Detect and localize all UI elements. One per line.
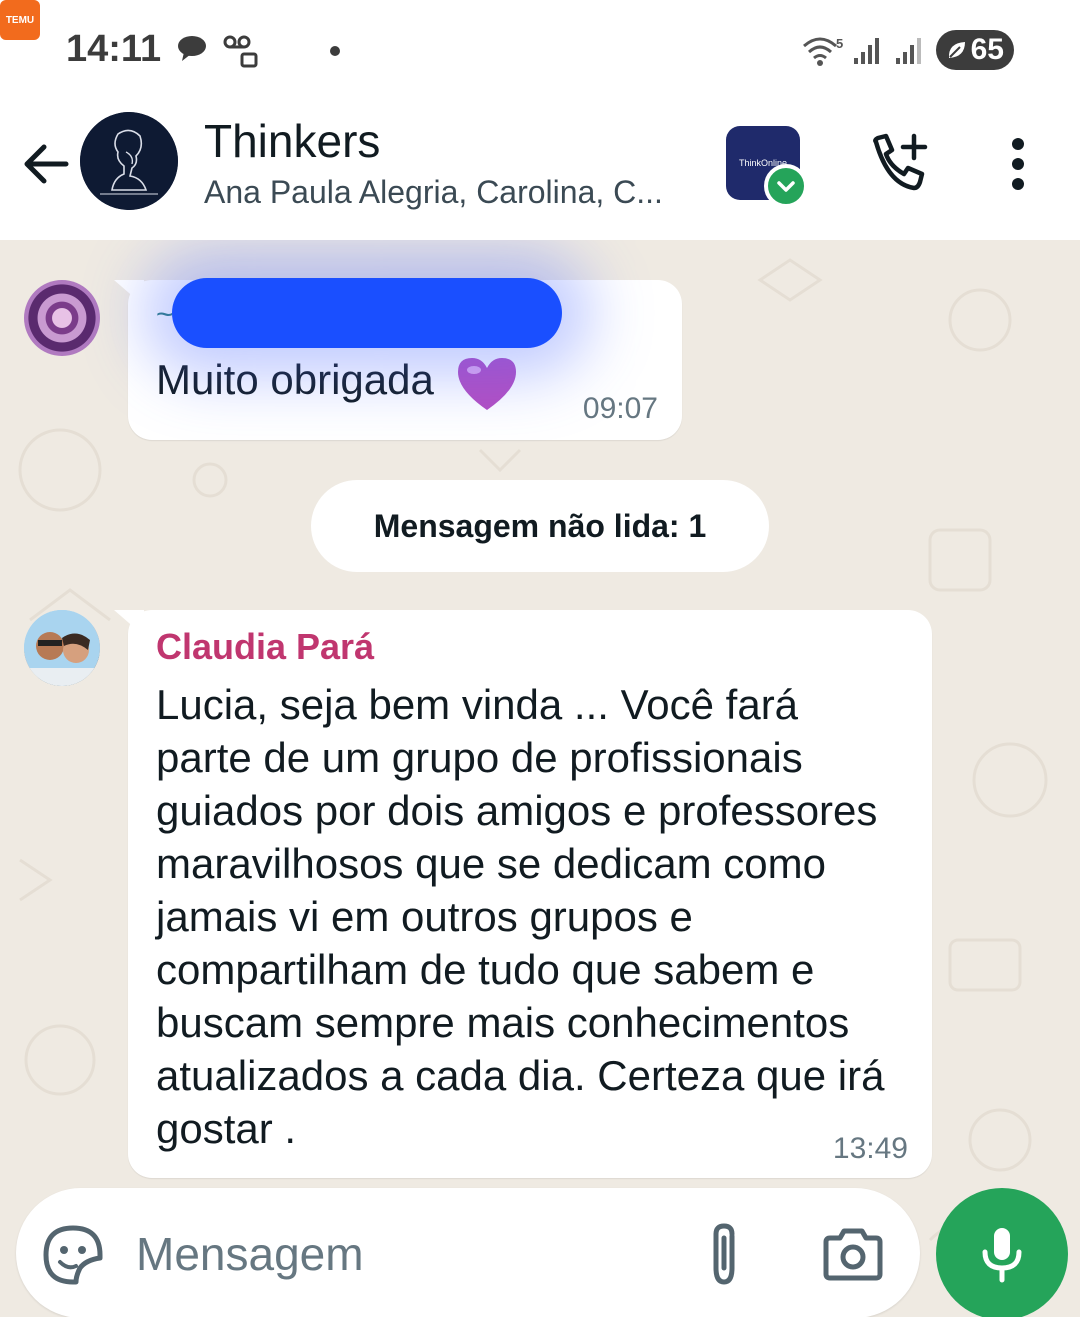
bubble-tail xyxy=(114,280,144,306)
add-call-icon[interactable] xyxy=(868,132,932,196)
signal-icon-2 xyxy=(896,38,921,64)
temu-icon: TEMU xyxy=(0,0,40,40)
battery-icon: 65 xyxy=(936,30,1014,70)
sticker-icon[interactable] xyxy=(42,1224,104,1286)
voice-message-button[interactable] xyxy=(936,1188,1068,1317)
battery-level: 65 xyxy=(970,33,1004,66)
sender-tilde: ~ xyxy=(156,298,174,331)
redaction-overlay xyxy=(172,278,562,348)
sender-avatar[interactable] xyxy=(24,280,100,356)
message-time: 13:49 xyxy=(832,1132,908,1165)
sender-avatar-claudia[interactable] xyxy=(24,610,100,686)
message-composer xyxy=(16,1188,920,1317)
status-bar: 14:11 TEMU 5 65 xyxy=(0,0,1080,100)
chat-area[interactable]: ~ Muito obrigada 09:07 Mensagem não lida… xyxy=(0,240,1080,1317)
thinker-statue-icon xyxy=(80,112,178,210)
chat-bubble-icon xyxy=(178,36,206,61)
mic-icon xyxy=(982,1228,1022,1283)
message-text-content: Muito obrigada xyxy=(156,356,434,404)
status-time: 14:11 xyxy=(66,28,162,70)
group-members[interactable]: Ana Paula Alegria, Carolina, C... xyxy=(204,174,694,211)
check-badge-icon xyxy=(764,164,808,208)
signal-icon xyxy=(854,38,879,64)
notification-dot xyxy=(330,46,340,56)
message-time: 09:07 xyxy=(582,392,658,425)
back-arrow-icon[interactable] xyxy=(20,138,72,190)
chat-header: Thinkers Ana Paula Alegria, Carolina, C.… xyxy=(0,100,1080,240)
message-input[interactable] xyxy=(136,1224,656,1284)
wifi-badge: 5 xyxy=(836,36,843,51)
message-bubble[interactable]: Claudia Pará Lucia, seja bem vinda ... V… xyxy=(114,610,932,1178)
bubble-tail xyxy=(114,610,144,636)
camera-icon[interactable] xyxy=(822,1226,884,1282)
avatar-photo xyxy=(24,610,100,686)
group-title[interactable]: Thinkers xyxy=(204,114,380,168)
purple-heart-icon xyxy=(457,358,516,410)
paperclip-icon[interactable] xyxy=(702,1222,746,1288)
group-avatar[interactable] xyxy=(80,112,178,210)
unread-messages-banner: Mensagem não lida: 1 xyxy=(311,480,769,572)
message-text: Muito obrigada xyxy=(156,354,520,412)
message-sender[interactable]: Claudia Pará xyxy=(156,626,374,668)
wifi-icon: 5 xyxy=(803,36,843,66)
voicemail-icon xyxy=(223,35,258,68)
message-text: Lucia, seja bem vinda ... Você fará part… xyxy=(156,681,885,1152)
more-vert-icon[interactable] xyxy=(1000,136,1036,192)
